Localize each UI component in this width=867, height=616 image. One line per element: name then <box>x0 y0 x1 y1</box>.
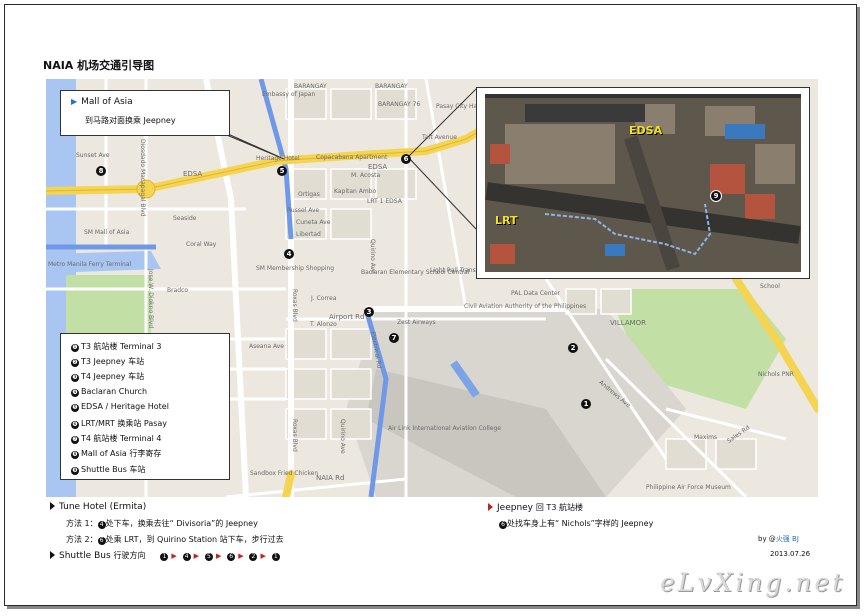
marker-5[interactable]: 5 <box>277 166 287 176</box>
label-macapagal: Diosdado Macapagal Blvd <box>139 139 146 217</box>
label-roxas-blvd-2: Roxas Blvd <box>291 419 298 452</box>
jeepney-return: Jeepney 回 T3 航站楼 <box>488 502 583 513</box>
label-edsa-mid: EDSA <box>368 163 388 171</box>
label-seaside: Seaside <box>173 215 197 222</box>
label-maxims: Maxims <box>694 434 718 441</box>
label-sm-membership: SM Membership Shopping <box>256 265 335 272</box>
label-air-link: Air Link International Aviation College <box>388 425 501 432</box>
label-air-force-museum: Philippine Air Force Museum <box>646 484 731 491</box>
label-kapitan-ambo: Kapitan Ambo <box>334 188 377 195</box>
label-zest: Zest Airways <box>397 319 436 326</box>
label-pal-data: PAL Data Center <box>511 290 561 297</box>
label-diokno: Jose W. Diokno Blvd <box>147 269 154 329</box>
label-lrt1-edsa: LRT 1 EDSA <box>367 198 402 205</box>
label-t-alonzo: T. Alonzo <box>310 321 337 328</box>
label-roxas-blvd: Roxas Blvd <box>291 289 298 322</box>
legend-box: ❶ T3 航站楼 Terminal 3 ❷ T3 Jeepney 车站 ❸ T4 Je… <box>60 333 230 480</box>
author-credit: by @火强 BJ <box>758 535 799 543</box>
label-quirino-2: Quirino Ave <box>339 419 346 454</box>
label-taft-ave: Taft Avenue <box>422 134 457 141</box>
aerial-photo-inset: EDSA LRT 9 <box>476 87 810 279</box>
label-embassy: Embassy of Japan <box>262 91 316 98</box>
label-sunset-ave: Sunset Ave <box>76 152 110 159</box>
legend-item-6: ❻ LRT/MRT 换乘站 Pasay <box>71 419 168 429</box>
aerial-photo-image <box>485 94 801 272</box>
date: 2013.07.26 <box>770 550 811 558</box>
mall-of-asia-callout: ▶ Mall of Asia 到马路对面换乘 Jeepney <box>60 90 230 136</box>
label-edsa: EDSA <box>183 170 203 178</box>
marker-4[interactable]: 4 <box>284 249 294 259</box>
photo-label-edsa: EDSA <box>629 124 663 137</box>
label-pasay-city-hall: Pasay City Hall <box>436 103 481 110</box>
label-heritage: Heritage Hotel <box>256 155 300 162</box>
method-1: 方法 1： 4 处下车，换乘去往“ Divisoria”的 Jeepney <box>66 519 258 529</box>
label-copacabana: Copacabana Apartment <box>316 154 388 161</box>
label-libertad: Libertad <box>296 231 321 238</box>
label-nichols: Nichols PNR <box>758 371 794 378</box>
label-ferry: Metro Manila Ferry Terminal <box>48 261 132 268</box>
legend-item-2: ❷ T3 Jeepney 车站 <box>71 357 145 367</box>
marker-9[interactable]: 9 <box>710 190 722 202</box>
label-russel: Russel Ave <box>287 207 320 214</box>
label-barangay: BARANGAY <box>294 83 327 90</box>
label-sm-mall: SM Mall of Asia <box>84 229 130 236</box>
legend-item-3: ❸ T4 Jeepney 车站 <box>71 372 145 382</box>
label-bradco: Bradco <box>167 287 189 294</box>
label-aseana: Aseana Ave <box>249 343 284 350</box>
label-school: School <box>760 283 780 290</box>
watermark: eLvXing.net <box>660 568 846 597</box>
label-caa: Civil Aviation Authority of the Philippi… <box>464 303 587 310</box>
triangle-icon <box>50 551 55 559</box>
legend-item-8: ❽ Mall of Asia 行李寄存 <box>71 449 162 459</box>
label-ortigas: Ortigas <box>298 191 320 198</box>
marker-2[interactable]: 2 <box>568 343 578 353</box>
label-quirino: Quirino Ave <box>369 239 376 274</box>
label-sandbox: Sandbox Fried Chicken <box>250 470 319 477</box>
method-2: 方法 2： 6 处乘 LRT，到 Quirino Station 站下车，步行过去 <box>66 535 284 545</box>
label-cuneta: Cuneta Ave <box>296 219 331 226</box>
legend-item-9: ❾ Shuttle Bus 车站 <box>71 465 146 475</box>
marker-8[interactable]: 8 <box>96 166 106 176</box>
label-m-acosta: M. Acosta <box>351 172 381 179</box>
aerial-photo: EDSA LRT 9 <box>485 94 801 272</box>
marker-3[interactable]: 3 <box>364 307 374 317</box>
callout-heading: Mall of Asia <box>81 97 133 107</box>
triangle-icon <box>488 503 493 511</box>
label-naia-rd: NAIA Rd <box>316 474 345 482</box>
label-barangay-top2: BARANGAY <box>375 83 408 90</box>
legend-item-7: ❼ T4 航站楼 Terminal 4 <box>71 434 162 444</box>
jeepney-instructions: 6 处找车身上有“ Nichols”字样的 Jeepney <box>499 518 653 529</box>
callout-text: 到马路对面换乘 Jeepney <box>85 116 176 125</box>
label-coral-way: Coral Way <box>186 241 217 248</box>
label-airport-rd: Airport Rd <box>329 313 365 321</box>
marker-7[interactable]: 7 <box>389 333 399 343</box>
label-villamor: VILLAMOR <box>610 319 647 327</box>
triangle-icon: ▶ <box>71 97 78 106</box>
label-j-correa: J. Correa <box>311 295 337 302</box>
page-title: NAIA 机场交通引导图 <box>43 59 155 72</box>
label-barangay-76: BARANGAY 76 <box>378 101 421 108</box>
tune-hotel-heading: Tune Hotel (Ermita) <box>50 502 146 512</box>
photo-label-lrt: LRT <box>495 214 518 227</box>
shuttle-direction: Shuttle Bus 行驶方向 1 ▶ 4 ▶ 5 ▶ 6 ▶ 2 ▶ 1 <box>50 550 280 561</box>
legend-item-4: ❹ Baclaran Church <box>71 387 148 397</box>
marker-6[interactable]: 6 <box>401 154 411 164</box>
legend-item-1: ❶ T3 航站楼 Terminal 3 <box>71 342 162 352</box>
triangle-icon <box>50 502 55 510</box>
marker-1[interactable]: 1 <box>581 399 591 409</box>
legend-item-5: ❺ EDSA / Heritage Hotel <box>71 402 169 412</box>
